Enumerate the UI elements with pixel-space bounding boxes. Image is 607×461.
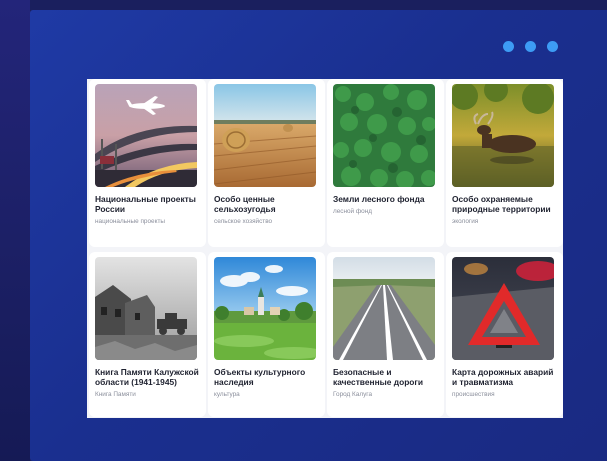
card-accident-map[interactable]: Карта дорожных аварий и травматизма прои… <box>446 252 563 417</box>
card-forest-lands[interactable]: Земли лесного фонда лесной фонд <box>327 79 444 247</box>
card-tag: лесной фонд <box>333 208 372 215</box>
card-protected-areas[interactable]: Особо охраняемые природные территории эк… <box>446 79 563 247</box>
card-title: Карта дорожных аварий и травматизма <box>452 367 554 387</box>
card-title: Безопасные и качественные дороги <box>333 367 424 387</box>
card-safe-roads[interactable]: Безопасные и качественные дороги Город К… <box>327 252 444 417</box>
card-title: Особо охраняемые природные территории <box>452 194 551 214</box>
card-memory-book[interactable]: Книга Памяти Калужской области (1941-194… <box>89 252 206 417</box>
card-title: Национальные проекты России <box>95 194 196 214</box>
empty-road-photo <box>333 257 435 360</box>
village-church-landscape-photo <box>214 257 316 360</box>
card-title: Особо ценные сельхозугодья <box>214 194 276 214</box>
warning-triangle-photo <box>452 257 554 360</box>
moose-in-water-photo <box>452 84 554 187</box>
card-tag: культура <box>214 391 240 398</box>
hay-bales-field-photo <box>214 84 316 187</box>
page-background <box>0 0 30 461</box>
card-tag: сельское хозяйство <box>214 218 273 225</box>
category-grid: Национальные проекты России национальные… <box>87 79 563 418</box>
card-agricultural-land[interactable]: Особо ценные сельхозугодья сельское хозя… <box>208 79 325 247</box>
card-tag: происшествия <box>452 391 495 398</box>
card-tag: экология <box>452 218 479 225</box>
card-cultural-heritage[interactable]: Объекты культурного наследия культура <box>208 252 325 417</box>
more-dots-icon[interactable] <box>503 41 558 52</box>
card-national-projects[interactable]: Национальные проекты России национальные… <box>89 79 206 247</box>
card-title: Объекты культурного наследия <box>214 367 306 387</box>
war-ruins-photo <box>95 257 197 360</box>
forest-aerial-photo <box>333 84 435 187</box>
card-title: Книга Памяти Калужской области (1941-194… <box>95 367 199 387</box>
dot <box>503 41 514 52</box>
highway-interchange-airplane-photo <box>95 84 197 187</box>
card-tag: Книга Памяти <box>95 391 136 398</box>
card-tag: Город Калуга <box>333 391 373 398</box>
card-title: Земли лесного фонда <box>333 194 425 204</box>
dot <box>525 41 536 52</box>
dot <box>547 41 558 52</box>
card-tag: национальные проекты <box>95 218 165 225</box>
